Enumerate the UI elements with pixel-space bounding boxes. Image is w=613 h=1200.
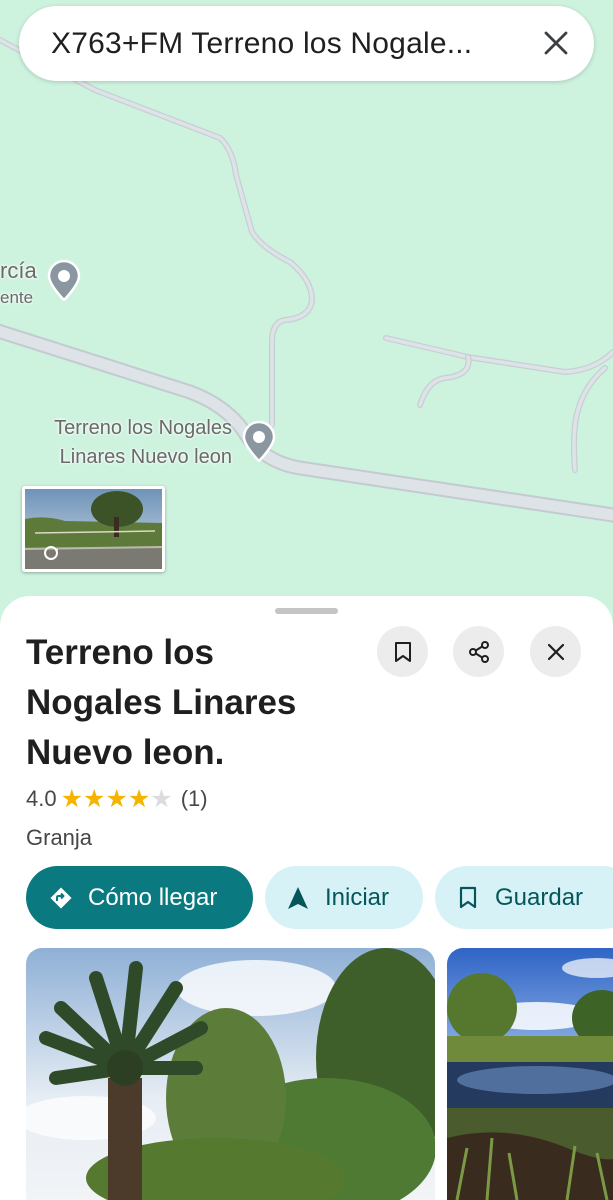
- star-icon: ★: [127, 784, 151, 813]
- map-place-sublabel-partial[interactable]: ente: [0, 288, 33, 308]
- map-place-label-line2: Linares Nuevo leon: [59, 446, 232, 468]
- map-place-label-partial[interactable]: rcía: [0, 258, 37, 284]
- save-label: Guardar: [495, 883, 584, 911]
- bookmark-icon: [455, 885, 481, 911]
- directions-button[interactable]: Cómo llegar: [26, 866, 253, 929]
- map-place-label[interactable]: Terreno los Nogales Linares Nuevo leon: [8, 414, 232, 472]
- place-photo-image: [447, 948, 613, 1200]
- map-place-label-line1: Terreno los Nogales: [54, 417, 232, 439]
- street-view-thumbnail[interactable]: [22, 486, 165, 572]
- bookmark-icon: [394, 641, 411, 662]
- place-photo[interactable]: [26, 948, 435, 1200]
- close-icon: [544, 31, 568, 55]
- star-icon: ★: [105, 784, 128, 813]
- close-sheet-button[interactable]: [530, 626, 581, 677]
- place-photo[interactable]: [447, 948, 613, 1200]
- place-bottom-sheet[interactable]: Terreno los Nogales Linares Nuevo leon. …: [0, 596, 613, 1200]
- star-icon: ★: [83, 784, 106, 813]
- rating-row[interactable]: 4.0 ★ ★ ★ ★ ★ (1): [26, 786, 208, 812]
- drag-handle[interactable]: [275, 608, 338, 614]
- map-view[interactable]: rcía ente Terreno los Nogales Linares Nu…: [0, 0, 613, 640]
- rating-value: 4.0: [26, 786, 57, 811]
- start-label: Iniciar: [325, 883, 390, 911]
- rating-stars: ★ ★ ★ ★ ★: [60, 784, 173, 813]
- photo-carousel[interactable]: [26, 948, 613, 1200]
- place-photo-image: [26, 948, 435, 1200]
- share-button[interactable]: [453, 626, 504, 677]
- review-count: (1): [180, 786, 208, 811]
- save-place-button[interactable]: [377, 626, 428, 677]
- place-title: Terreno los Nogales Linares Nuevo leon.: [26, 633, 297, 772]
- directions-icon: [48, 885, 74, 911]
- search-query[interactable]: X763+FM Terreno los Nogale...: [51, 27, 521, 61]
- search-bar[interactable]: X763+FM Terreno los Nogale...: [19, 6, 594, 81]
- action-buttons: Cómo llegar Iniciar Guardar: [26, 866, 613, 929]
- star-empty-icon: ★: [150, 784, 173, 813]
- share-icon: [468, 640, 489, 663]
- start-navigation-button[interactable]: Iniciar: [265, 866, 423, 929]
- map-pin-icon[interactable]: [242, 420, 276, 463]
- save-button[interactable]: Guardar: [435, 866, 613, 929]
- close-icon: [547, 643, 564, 660]
- search-close-button[interactable]: [538, 25, 574, 61]
- navigation-arrow-icon: [285, 885, 311, 911]
- street-view-image: [25, 489, 162, 569]
- place-category: Granja: [26, 825, 93, 850]
- map-pin-icon[interactable]: [47, 259, 81, 302]
- directions-label: Cómo llegar: [88, 883, 218, 911]
- star-icon: ★: [60, 784, 84, 813]
